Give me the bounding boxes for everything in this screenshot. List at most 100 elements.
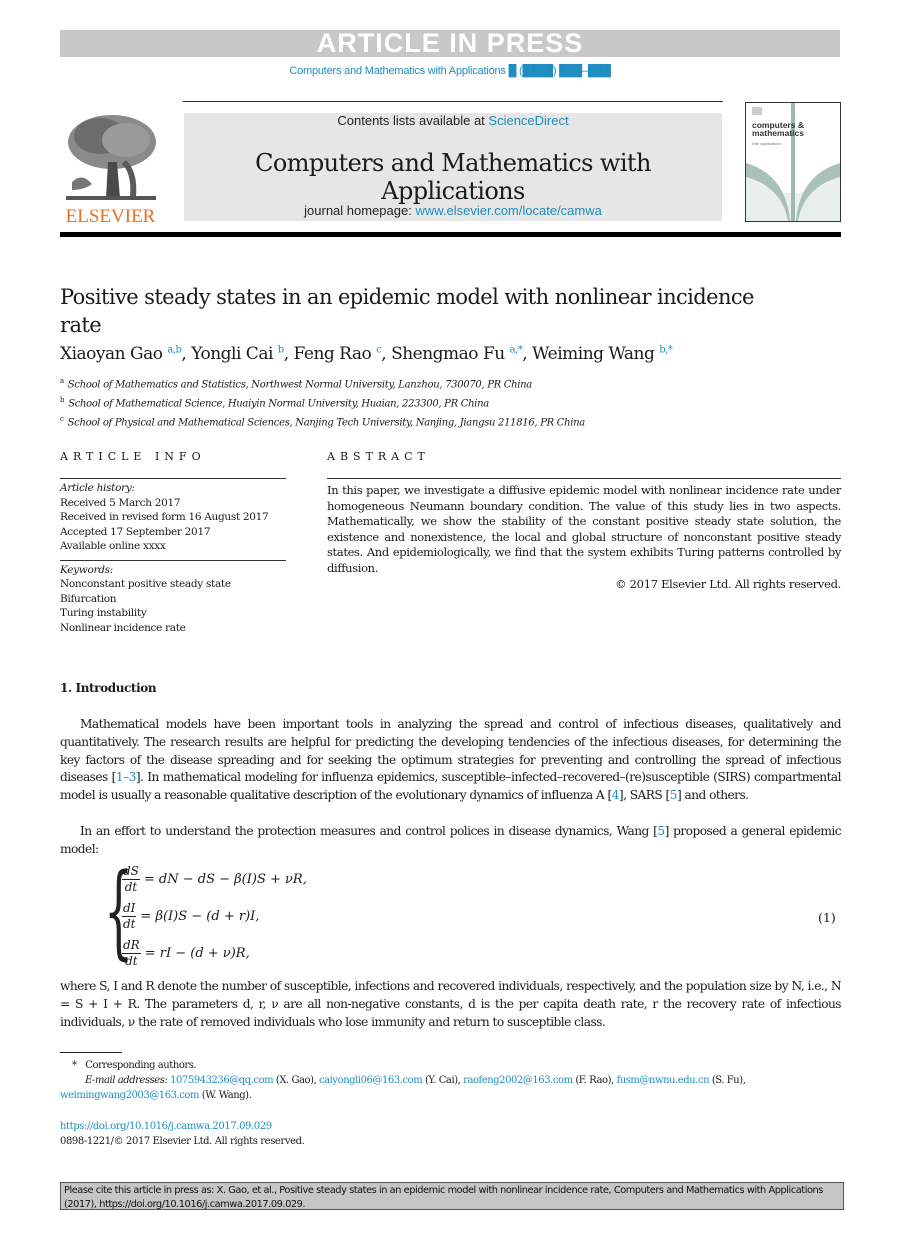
running-journal-reference[interactable]: Computers and Mathematics with Applicati… bbox=[60, 65, 840, 77]
affiliation-item: a School of Mathematics and Statistics, N… bbox=[60, 374, 840, 393]
affiliations: a School of Mathematics and Statistics, N… bbox=[60, 374, 840, 430]
cover-title-line2: mathematics bbox=[752, 128, 804, 138]
citation-link[interactable]: 4 bbox=[612, 788, 620, 802]
derivative-fraction: dS dt bbox=[122, 864, 140, 895]
article-info: ARTICLE INFO Article history: Received 5… bbox=[60, 450, 286, 635]
intro-paragraph-3: where S, I and R denote the number of su… bbox=[60, 979, 842, 1029]
keyword-item: Turing instability bbox=[60, 607, 147, 619]
author-affiliation-mark[interactable]: a,* bbox=[510, 344, 523, 355]
fraction-denominator: dt bbox=[124, 880, 138, 894]
abstract-rule bbox=[327, 478, 841, 479]
abstract-text: In this paper, we investigate a diffusiv… bbox=[327, 483, 841, 575]
sciencedirect-link[interactable]: ScienceDirect bbox=[488, 113, 568, 128]
keywords-rule bbox=[60, 559, 286, 561]
email-link[interactable]: fusm@nwnu.edu.cn bbox=[616, 1075, 709, 1086]
author-affiliation-mark[interactable]: b bbox=[278, 344, 284, 355]
abstract-copyright: © 2017 Elsevier Ltd. All rights reserved… bbox=[615, 576, 841, 591]
derivative-fraction: dR dt bbox=[122, 938, 141, 969]
journal-masthead: Contents lists available at ScienceDirec… bbox=[184, 113, 722, 221]
intro-paragraph-1: Mathematical models have been important … bbox=[60, 716, 842, 805]
footnotes: * Corresponding authors. E-mail addresse… bbox=[60, 1058, 841, 1103]
intro-paragraph-2: In an effort to understand the protectio… bbox=[60, 823, 842, 859]
email-owner: (S. Fu), bbox=[709, 1075, 746, 1086]
keyword-item: Bifurcation bbox=[60, 592, 117, 605]
keyword-item: Nonlinear incidence rate bbox=[60, 621, 186, 634]
elsevier-logo[interactable]: ELSEVIER bbox=[62, 112, 159, 226]
keywords-label: Keywords: bbox=[60, 563, 113, 576]
email-link[interactable]: caiyongli06@163.com bbox=[319, 1075, 423, 1086]
affiliation-item: c School of Physical and Mathematical Sci… bbox=[60, 412, 840, 431]
equation-row: dI dt = β(I)S − (d + r)I, bbox=[122, 901, 259, 932]
affiliation-mark: b bbox=[60, 395, 65, 404]
article-title: Positive steady states in an epidemic mo… bbox=[60, 285, 754, 337]
issn-copyright: 0898-1221/© 2017 Elsevier Ltd. All right… bbox=[60, 1136, 305, 1147]
contents-prefix: Contents lists available at bbox=[337, 113, 489, 128]
journal-cover-thumbnail[interactable]: computers & mathematics with application… bbox=[745, 102, 841, 222]
equation-number: (1) bbox=[818, 910, 836, 925]
affiliation-mark: c bbox=[60, 414, 64, 423]
elsevier-wordmark: ELSEVIER bbox=[65, 206, 156, 227]
doi-block: https://doi.org/10.1016/j.camwa.2017.09.… bbox=[60, 1119, 305, 1149]
author-name: Xiaoyan Gao bbox=[60, 344, 168, 364]
fraction-numerator: dR bbox=[122, 938, 141, 954]
article-info-rule bbox=[60, 478, 286, 479]
corresponding-text: Corresponding authors. bbox=[85, 1060, 197, 1071]
author-name: Yongli Cai bbox=[191, 344, 278, 364]
fraction-denominator: dt bbox=[125, 954, 138, 968]
email-link[interactable]: weimingwang2003@163.com bbox=[60, 1090, 199, 1101]
text-run: In an effort to understand the protectio… bbox=[80, 824, 658, 838]
author-name: Feng Rao bbox=[293, 344, 377, 364]
equation-system-1: { dS dt = dN − dS − β(I)S + νR, dI dt = … bbox=[104, 861, 384, 974]
email-link[interactable]: raofeng2002@163.com bbox=[463, 1075, 573, 1086]
contents-line: Contents lists available at ScienceDirec… bbox=[184, 113, 722, 128]
affiliation-mark: a bbox=[60, 377, 64, 385]
header-rule bbox=[183, 101, 723, 102]
fraction-numerator: dS bbox=[122, 864, 140, 880]
history-item: Accepted 17 September 2017 bbox=[60, 525, 211, 538]
cover-subtitle: with applications bbox=[752, 141, 782, 146]
corresponding-note: * Corresponding authors. bbox=[60, 1058, 841, 1073]
equation-row: dS dt = dN − dS − β(I)S + νR, bbox=[122, 864, 307, 895]
article-info-heading: ARTICLE INFO bbox=[60, 450, 206, 463]
section-heading-introduction: 1. Introduction bbox=[60, 681, 157, 695]
affiliation-item: b School of Mathematical Science, Huaiyin… bbox=[60, 393, 840, 412]
doi-link[interactable]: https://doi.org/10.1016/j.camwa.2017.09.… bbox=[60, 1121, 272, 1132]
author-list: Xiaoyan Gao a,b, Yongli Cai b, Feng Rao … bbox=[60, 344, 673, 364]
citation-link[interactable]: 5 bbox=[670, 788, 678, 802]
author-affiliation-mark[interactable]: a,b bbox=[167, 344, 182, 355]
email-label: E-mail addresses: bbox=[85, 1075, 171, 1086]
derivative-fraction: dI dt bbox=[122, 901, 137, 932]
text-run: ], SARS [ bbox=[618, 788, 670, 803]
journal-homepage-link[interactable]: www.elsevier.com/locate/camwa bbox=[415, 203, 601, 218]
equation-rhs: = β(I)S − (d + r)I, bbox=[140, 909, 260, 924]
homepage-line: journal homepage: www.elsevier.com/locat… bbox=[184, 203, 722, 218]
email-link[interactable]: 1075943236@qq.com bbox=[170, 1075, 274, 1086]
footnote-rule bbox=[60, 1052, 122, 1053]
author-name: Weiming Wang bbox=[532, 344, 660, 364]
citation-link[interactable]: 5 bbox=[657, 824, 665, 838]
history-label: Article history: bbox=[60, 482, 135, 494]
cover-title: computers & mathematics bbox=[752, 121, 804, 138]
email-owner: (W. Wang). bbox=[199, 1090, 252, 1101]
citation-link[interactable]: 1–3 bbox=[116, 770, 137, 784]
fraction-denominator: dt bbox=[122, 917, 136, 931]
affiliation-text: School of Mathematics and Statistics, No… bbox=[67, 379, 532, 391]
abstract-heading: ABSTRACT bbox=[327, 450, 430, 463]
history-item: Available online xxxx bbox=[60, 540, 166, 552]
masthead-divider bbox=[60, 232, 841, 237]
abstract: ABSTRACT In this paper, we investigate a… bbox=[327, 450, 841, 592]
author-affiliation-mark[interactable]: b,* bbox=[659, 344, 673, 355]
equation-row: dR dt = rI − (d + ν)R, bbox=[122, 938, 250, 969]
article-history: Article history: Received 5 March 2017 R… bbox=[60, 481, 286, 554]
author-name: Shengmao Fu bbox=[391, 344, 510, 364]
keyword-item: Nonconstant positive steady state bbox=[60, 578, 231, 590]
affiliation-text: School of Mathematical Science, Huaiyin … bbox=[68, 398, 489, 410]
citation-box: Please cite this article in press as: X.… bbox=[60, 1182, 844, 1210]
equation-rhs: = dN − dS − β(I)S + νR, bbox=[143, 872, 307, 887]
email-owner: (X. Gao), bbox=[273, 1075, 320, 1086]
keywords: Keywords: Nonconstant positive steady st… bbox=[60, 563, 286, 636]
asterisk-mark: * bbox=[72, 1060, 77, 1071]
history-item: Received 5 March 2017 bbox=[60, 496, 181, 509]
author-affiliation-mark[interactable]: c bbox=[376, 344, 382, 355]
fraction-numerator: dI bbox=[122, 901, 137, 917]
